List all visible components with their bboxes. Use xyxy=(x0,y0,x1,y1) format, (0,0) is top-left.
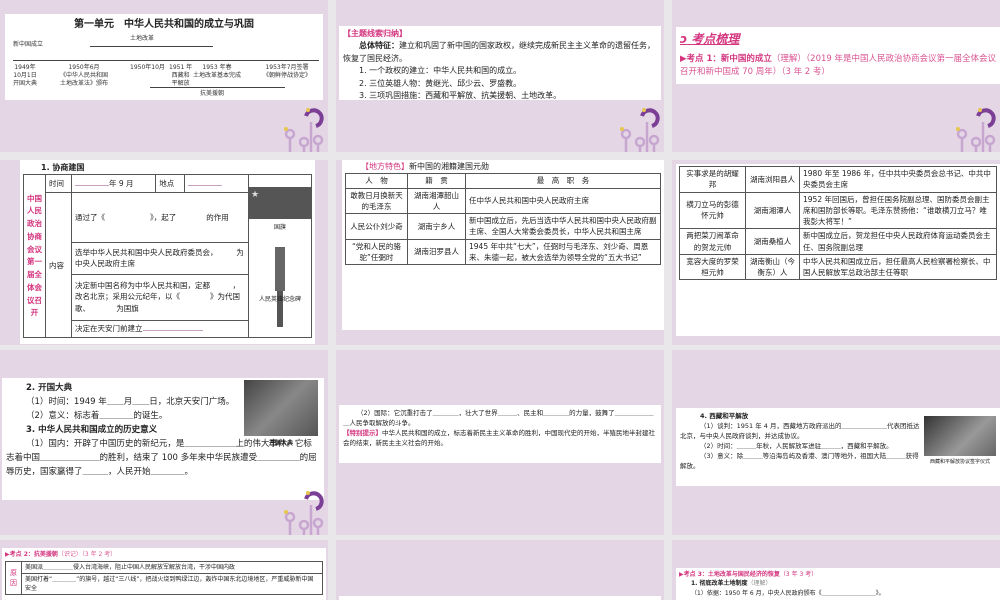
content-row: 通过了《 》，起了 的作用 xyxy=(71,192,249,243)
slide-5-hunan-founders[interactable]: 【地方特色】新中国的湘籍建国元勋 人 物籍 贯最 高 职 务 敢教日月换新天的毛… xyxy=(336,160,664,345)
content-row: 决定新中国名称为中华人民共和国，定都 ，改名北京；采用公元纪年，以《 》为代国歌… xyxy=(71,273,249,321)
exam-points-heading: ↄ 考点梳理 xyxy=(680,32,740,46)
korea-war-span xyxy=(150,87,285,88)
table-row: 实事求是的胡耀邦 湖南浏阳县人 1980 年至 1986 年，任中共中央委员会总书记… xyxy=(679,166,997,193)
table-row: 人民公仆刘少奇 湖南宁乡人 新中国成立后，先后当选中华人民共和国中央人民政府副主席、… xyxy=(345,213,661,240)
summary-item: 1. 一个政权的建立：中华人民共和国的成立。 xyxy=(359,66,522,76)
flag-caption: 国旗 xyxy=(273,224,286,232)
side-label: 中国人民政治协商会议第一届全体会议召开 xyxy=(23,174,46,339)
side-label: 原因 xyxy=(5,561,22,596)
flower-decoration-icon xyxy=(284,108,324,152)
slide-4-consultation[interactable]: 1. 协商建国 中国人民政治协商会议第一届全体会议召开 时间 年 9 月 地点 … xyxy=(0,160,328,345)
place-label: 地点 xyxy=(155,174,185,194)
summary-item: 3. 三项巩固措施：西藏和平解放、抗美援朝、土地改革。 xyxy=(359,90,562,100)
section-tag: 【主题线索归纳】 xyxy=(343,29,407,38)
column-header: 籍 贯 xyxy=(407,173,466,189)
slide-3-exam-points[interactable]: ↄ 考点梳理 ▶考点 1：新中国的成立（理解）（2019 年是中国人民政治协商会… xyxy=(672,0,1000,152)
text-paragraph: （2）国际：它沉重打击了＿＿＿＿，壮大了世界＿＿＿、民主和＿＿＿＿的力量，鼓舞了… xyxy=(343,409,654,428)
text-line: （2）时间：＿＿＿年秋，人民解放军进驻＿＿＿，西藏和平解放。 xyxy=(700,442,893,451)
exam-point-3: 考点 3：土地改革与国民经济的恢复 xyxy=(683,571,780,578)
content-label: 内容 xyxy=(45,192,72,339)
section-tag: 【地方特色】 xyxy=(361,162,409,171)
table-row: 美国打着“＿＿＿＿”的旗号，越过“三八线”，把战火烧到鸭绿江边，轰炸中国东北边境… xyxy=(21,573,323,596)
ceremony-photo xyxy=(244,380,318,436)
photo-caption: 开国大典 xyxy=(268,440,293,447)
flower-decoration-icon xyxy=(956,108,996,152)
slide-6-hunan-founders-cont[interactable]: 实事求是的胡耀邦 湖南浏阳县人 1980 年至 1986 年，任中共中央委员会总书记… xyxy=(672,160,1000,345)
flag-image: ★ xyxy=(249,187,311,220)
text-line: （3）意义：除＿＿＿等沿海岛屿及香港、澳门等地外，祖国大陆＿＿＿获得解放。 xyxy=(680,452,919,471)
text-line: （1）谈判：1951 年 4 月，西藏地方政府派出的＿＿＿＿＿＿＿代表团抵达北京… xyxy=(680,422,920,441)
founders-table: 实事求是的胡耀邦 湖南浏阳县人 1980 年至 1986 年，任中共中央委员会总书记… xyxy=(679,166,997,281)
table-title: 新中国的湘籍建国元勋 xyxy=(409,162,489,171)
timeline-event: 1951 年 西藏和 平解放 xyxy=(169,64,193,87)
timeline-event: 1950年10月 xyxy=(130,64,165,71)
content-row: 决定在天安门前建立 xyxy=(75,324,143,334)
slide-12-land-reform[interactable]: ▶考点 3：土地改革与国民经济的恢复（3 年 3 考） 1. 彻底改革土地制度（… xyxy=(672,540,1000,600)
land-reform-label: 土地改革 xyxy=(130,35,155,42)
column-header: 人 物 xyxy=(345,173,408,189)
time-label: 时间 xyxy=(45,174,72,194)
monument-caption: 人民英雄纪念碑 xyxy=(258,295,301,303)
slide-11[interactable] xyxy=(336,540,664,600)
slide-8-international-significance[interactable]: （2）国际：它沉重打击了＿＿＿＿，壮大了世界＿＿＿、民主和＿＿＿＿的力量，鼓舞了… xyxy=(336,350,664,535)
tip-text: 中华人民共和国的成立，标志着新民主主义革命的胜利，中国现代史的开始，半殖民地半封… xyxy=(343,429,655,448)
flower-decoration-icon xyxy=(620,108,660,152)
timeline-start-label: 新中国成立 xyxy=(13,41,44,48)
flower-decoration-icon xyxy=(284,491,324,535)
slide-9-tibet[interactable]: 西藏和平解放协议签字仪式 4. 西藏和平解放 （1）谈判：1951 年 4 月，… xyxy=(672,350,1000,535)
slide-10-korean-war[interactable]: ▶考点 2：抗美援朝（识记）（3 年 2 考） 原因 美国派＿＿＿＿＿侵入台湾海峡… xyxy=(0,540,328,600)
exam-point-1: 考点 1：新中国的成立 xyxy=(686,53,772,64)
table-row: 敢教日月换新天的毛泽东 湖南湘潭韶山人 任中华人民共和国中央人民政府主席 xyxy=(345,187,661,215)
month-text: 年 9 月 xyxy=(109,179,134,189)
korea-war-label: 抗美援朝 xyxy=(200,90,225,97)
slide-7-founding-ceremony[interactable]: 开国大典 2. 开国大典 （1）时间：1949 年＿＿月＿＿日，北京天安门广场。… xyxy=(0,350,328,535)
slide-content xyxy=(339,596,661,600)
text-line: （1）依据：1950 年 6 月，中央人民政府颁布《＿＿＿＿＿＿＿＿＿》。 xyxy=(691,589,885,597)
feature-label: 总体特征： xyxy=(359,41,399,51)
monument-image xyxy=(275,246,285,291)
timeline-event: 1950年6月 《中华人民共和国 土地改革法》颁布 xyxy=(60,64,109,87)
unit-title: 第一单元 中华人民共和国的成立与巩固 xyxy=(74,19,254,30)
slide-2-summary[interactable]: 【主题线索归纳】 总体特征：建立和巩固了新中国的国家政权，继续完成新民主主义革命… xyxy=(336,0,664,152)
exam-point-3-detail: （3 年 3 考） xyxy=(779,571,818,578)
table-row: “党和人民的骆驼”任弼时 湖南汨罗县人 1945 年中共“七大”，任弼时与毛泽东、刘… xyxy=(345,238,661,266)
section-tag: 【特别提示】 xyxy=(343,429,382,438)
timeline-event: 1953 年春 土地改革基本完成 xyxy=(193,64,242,79)
exam-point-2-detail: （识记）（3 年 2 考） xyxy=(57,551,117,558)
land-reform-span xyxy=(90,46,213,47)
founders-table: 人 物籍 贯最 高 职 务 敢教日月换新天的毛泽东 湖南湘潭韶山人 任中华人民共和国… xyxy=(345,173,661,266)
section-heading: 1. 协商建国 xyxy=(41,163,85,172)
timeline-event: 1953年7月签署 《朝鲜停战协定》 xyxy=(263,64,312,79)
section-heading-detail: （理解） xyxy=(747,580,772,588)
column-header: 最 高 职 务 xyxy=(465,173,661,189)
table-row: 美国派＿＿＿＿＿侵入台湾海峡，阻止中国人民解放军解放台湾，干涉中国内政 xyxy=(21,561,323,575)
signing-photo xyxy=(924,416,996,456)
table-row: 横刀立马的彭德怀元帅 湖南湘潭人 1952 年回国后，曾担任国务院副总理、国防委员会… xyxy=(679,191,997,230)
slide-1-timeline[interactable]: 第一单元 中华人民共和国的成立与巩固 新中国成立 土地改革 1949年 10月1… xyxy=(0,0,328,152)
section-heading: 1. 彻底改革土地制度 xyxy=(691,580,748,588)
exam-point-2: 考点 2：抗美援朝 xyxy=(9,551,58,558)
timeline-axis xyxy=(13,60,319,61)
table-row: 两把菜刀闹革命的贺龙元帅 湖南桑植人 新中国成立后，贺龙担任中央人民政府体育运动委员… xyxy=(679,228,997,255)
summary-item: 2. 三位英雄人物：黄继光、邱少云、罗盛教。 xyxy=(359,78,522,88)
table-row: 宽容大度的罗荣桓元帅 湖南衡山（今衡东）人 中华人民共和国成立后，担任最高人民检察署… xyxy=(679,253,997,281)
swirl-icon: ↄ xyxy=(680,32,688,46)
photo-caption: 西藏和平解放协议签字仪式 xyxy=(929,459,990,465)
content-row: 选举中华人民共和国中央人民政府委员会， 为中央人民政府主席 xyxy=(71,241,249,275)
timeline-event: 1949年 10月1日 开国大典 xyxy=(13,64,38,87)
